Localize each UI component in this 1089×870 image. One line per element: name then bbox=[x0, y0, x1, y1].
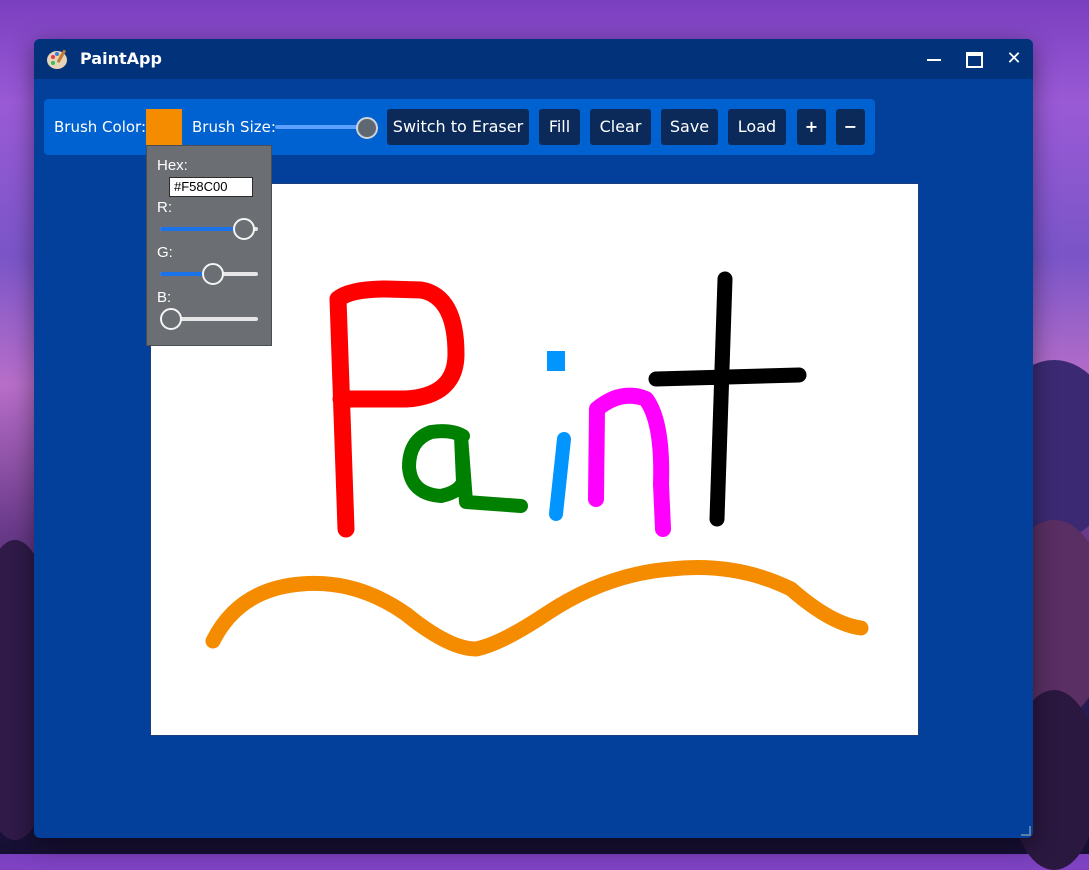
minimize-icon bbox=[927, 58, 941, 61]
close-icon: ✕ bbox=[1006, 48, 1022, 69]
switch-to-eraser-button[interactable]: Switch to Eraser bbox=[387, 109, 529, 145]
brush-size-slider-thumb[interactable] bbox=[356, 117, 378, 139]
stroke-letter-i-dot bbox=[547, 351, 565, 371]
brush-size-label: Brush Size: bbox=[192, 118, 276, 136]
clear-button[interactable]: Clear bbox=[590, 109, 651, 145]
stroke-letter-t bbox=[648, 271, 807, 527]
green-slider-thumb[interactable] bbox=[201, 263, 224, 285]
paint-app-window: PaintApp ✕ Brush Color: Brush Size: Swit… bbox=[34, 39, 1033, 838]
decrease-size-button[interactable]: − bbox=[836, 109, 865, 145]
close-button[interactable]: ✕ bbox=[1001, 47, 1027, 71]
increase-size-button[interactable]: + bbox=[797, 109, 826, 145]
hex-label: Hex: bbox=[157, 157, 188, 174]
red-slider-thumb[interactable] bbox=[233, 218, 256, 240]
blue-label: B: bbox=[157, 289, 172, 306]
hex-input[interactable]: #F58C00 bbox=[169, 177, 253, 197]
minimize-button[interactable] bbox=[921, 47, 947, 71]
color-picker-popup: Hex: #F58C00 R: G: B: bbox=[146, 145, 272, 346]
green-label: G: bbox=[157, 244, 173, 261]
save-button[interactable]: Save bbox=[661, 109, 718, 145]
stroke-letter-i bbox=[549, 432, 571, 521]
fill-button[interactable]: Fill bbox=[539, 109, 580, 145]
window-title: PaintApp bbox=[80, 49, 162, 68]
paint-palette-icon bbox=[46, 47, 70, 71]
brush-color-swatch[interactable] bbox=[146, 109, 182, 145]
maximize-button[interactable] bbox=[961, 47, 987, 71]
brush-size-slider-fill bbox=[275, 125, 363, 129]
brush-size-slider[interactable] bbox=[275, 125, 363, 129]
resize-grip[interactable] bbox=[1021, 826, 1031, 836]
stroke-letter-n bbox=[588, 387, 671, 537]
title-bar[interactable]: PaintApp ✕ bbox=[34, 39, 1033, 79]
red-label: R: bbox=[157, 199, 172, 216]
stroke-wave bbox=[205, 560, 869, 657]
stroke-letter-a bbox=[402, 424, 528, 513]
maximize-icon bbox=[965, 51, 983, 68]
load-button[interactable]: Load bbox=[728, 109, 786, 145]
red-slider-fill bbox=[160, 227, 245, 231]
blue-slider-thumb[interactable] bbox=[160, 308, 182, 330]
brush-color-label: Brush Color: bbox=[54, 118, 147, 136]
